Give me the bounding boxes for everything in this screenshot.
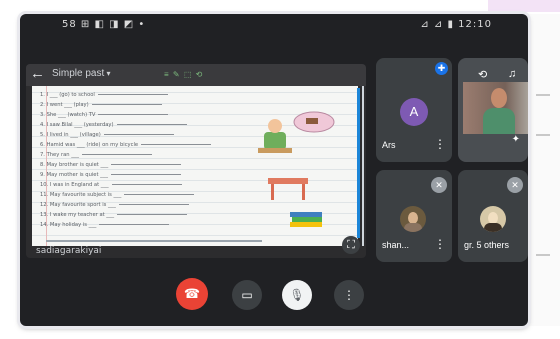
worksheet-line: 9. May mother is quiet ___ xyxy=(40,170,240,180)
participant-tile-ars[interactable]: ✚ A Ars ⋮ xyxy=(376,58,452,162)
rail-marker xyxy=(536,94,550,96)
worksheet-line: 10. I was in England at ___ xyxy=(40,180,240,190)
doc-scrollbar[interactable] xyxy=(357,88,360,238)
video-camera-icon: ▭ xyxy=(241,288,253,302)
rail-marker xyxy=(536,134,550,136)
self-video-feed xyxy=(463,82,528,134)
avatar: A xyxy=(400,98,428,126)
video-body xyxy=(483,108,515,134)
participant-tile-others[interactable]: ✕ gr. 5 others xyxy=(458,170,528,262)
participant-tile-shan[interactable]: ✕ shan... ⋮ xyxy=(376,170,452,262)
audio-icon[interactable]: ♫ xyxy=(508,68,516,80)
avatar-shirt xyxy=(404,223,422,232)
worksheet-line: 6. Hamid was ___ (ride) on my bicycle xyxy=(40,140,240,150)
self-video-tile[interactable]: ⟲ ♫ ✦ xyxy=(458,58,528,162)
status-bar: 58 ⊞ ◧ ◨ ◩ • ⊿ ⊿ ▮ 12:10 xyxy=(20,14,528,38)
mic-off-icon: ✕ xyxy=(507,177,523,193)
worksheet-line: 7. They ran ___ xyxy=(40,150,240,160)
browser-tab-strip xyxy=(488,0,560,12)
meet-window: 58 ⊞ ◧ ◨ ◩ • ⊿ ⊿ ▮ 12:10 ← Simple past ≡… xyxy=(20,14,528,326)
arrow-left-icon[interactable]: ← xyxy=(30,65,45,82)
microphone-off-icon: 🎙 xyxy=(289,288,305,302)
worksheet-line: 1. I ___ (go) to school xyxy=(40,90,240,100)
worksheet-line: 2. I went ___ (play) xyxy=(40,100,240,110)
call-controls: ☎ ▭ 🎙 ⋮ xyxy=(20,270,528,318)
doc-scroll-track xyxy=(362,86,364,246)
worksheet-line: 3. She ___ (watch) TV xyxy=(40,110,240,120)
shared-doc-header: ← Simple past ≡ ✎ ⬚ ⟲ xyxy=(26,64,366,86)
more-vert-icon[interactable]: ⋮ xyxy=(434,138,446,150)
more-vert-icon: ⋮ xyxy=(343,288,355,302)
more-options-button[interactable]: ⋮ xyxy=(334,280,364,310)
avatar xyxy=(400,206,426,232)
worksheet-line: 4. I saw Bilal ___ (yesterday) xyxy=(40,120,240,130)
end-call-button[interactable]: ☎ xyxy=(176,278,208,310)
pin-icon[interactable]: ✚ xyxy=(435,62,448,75)
rail-marker xyxy=(536,254,550,256)
worksheet-line: 5. I lived in ___ (village) xyxy=(40,130,240,140)
books-image xyxy=(290,212,322,227)
screen-share-panel[interactable]: ← Simple past ≡ ✎ ⬚ ⟲ xyxy=(26,64,366,258)
video-face xyxy=(491,88,507,108)
avatar-shirt xyxy=(484,223,502,232)
worksheet-line: 11. May favourite subject is ___ xyxy=(40,190,240,200)
fullscreen-icon[interactable]: ⛶ xyxy=(342,236,360,254)
shared-doc-title: Simple past xyxy=(52,68,111,79)
boy-at-desk-image xyxy=(258,119,292,153)
camera-toggle-button[interactable]: ▭ xyxy=(232,280,262,310)
doc-toolbar: ≡ ✎ ⬚ ⟲ xyxy=(164,70,204,79)
worksheet-lines: 1. I ___ (go) to school 2. I went ___ (p… xyxy=(40,90,240,230)
side-rail xyxy=(528,14,560,326)
presenter-label: sadiagarakiyai xyxy=(36,246,102,256)
worksheet-line: 14. May holiday is ___ xyxy=(40,220,240,230)
more-vert-icon[interactable]: ⋮ xyxy=(434,238,446,250)
switch-camera-icon[interactable]: ⟲ xyxy=(478,68,487,81)
table-image xyxy=(268,178,308,200)
status-right: ⊿ ⊿ ▮ 12:10 xyxy=(420,19,492,30)
participant-name: shan... xyxy=(382,240,410,250)
phone-hangup-icon: ☎ xyxy=(183,286,201,301)
participant-name: gr. 5 others xyxy=(464,240,510,250)
status-left: 58 ⊞ ◧ ◨ ◩ • xyxy=(62,19,146,30)
worksheet-line: 8. May brother is quiet ___ xyxy=(40,160,240,170)
doc-horizontal-scrollbar[interactable] xyxy=(46,240,262,242)
thought-cloud-image xyxy=(293,111,335,133)
participant-name: Ars xyxy=(382,140,396,150)
worksheet-line: 12. May favourite sport is ___ xyxy=(40,200,240,210)
worksheet-line: 13. I wake my teacher at ___ xyxy=(40,210,240,220)
avatar xyxy=(480,206,506,232)
mic-off-icon: ✕ xyxy=(431,177,447,193)
mic-toggle-button[interactable]: 🎙 xyxy=(282,280,312,310)
effects-icon[interactable]: ✦ xyxy=(512,134,520,145)
